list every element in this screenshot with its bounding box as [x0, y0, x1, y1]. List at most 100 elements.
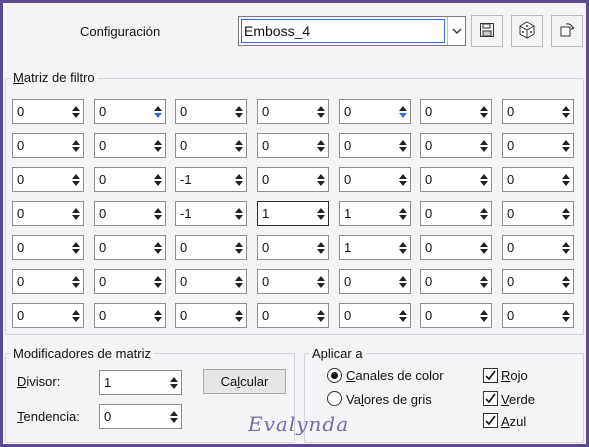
matrix-cell-r1-c6[interactable]: 0 [420, 99, 492, 124]
spinner-arrows-icon[interactable] [478, 168, 490, 191]
spinner-arrows-icon[interactable] [233, 304, 245, 327]
matrix-cell-r6-c5[interactable]: 0 [339, 269, 411, 294]
matrix-cell-value[interactable]: 0 [421, 304, 478, 327]
matrix-cell-value[interactable]: 0 [95, 202, 152, 225]
matrix-cell-value[interactable]: 0 [95, 134, 152, 157]
matrix-cell-value[interactable]: 0 [503, 304, 560, 327]
matrix-cell-value[interactable]: 0 [340, 304, 397, 327]
spinner-arrows-icon[interactable] [152, 270, 164, 293]
matrix-cell-r4-c7[interactable]: 0 [502, 201, 574, 226]
matrix-cell-r3-c5[interactable]: 0 [339, 167, 411, 192]
matrix-cell-value[interactable]: 0 [13, 168, 70, 191]
bias-field[interactable]: 0 [99, 404, 182, 429]
spinner-arrows-icon[interactable] [478, 202, 490, 225]
matrix-cell-value[interactable]: 0 [95, 100, 152, 123]
divisor-field[interactable]: 1 [99, 370, 182, 395]
matrix-cell-r4-c3[interactable]: -1 [175, 201, 247, 226]
spinner-arrows-icon[interactable] [560, 134, 572, 157]
matrix-cell-value[interactable]: 1 [258, 202, 315, 225]
matrix-cell-r5-c4[interactable]: 0 [257, 235, 329, 260]
spinner-arrows-icon[interactable] [70, 168, 82, 191]
matrix-cell-r3-c2[interactable]: 0 [94, 167, 166, 192]
matrix-cell-value[interactable]: 0 [340, 270, 397, 293]
spinner-arrows-icon[interactable] [478, 270, 490, 293]
matrix-cell-value[interactable]: 0 [95, 236, 152, 259]
matrix-cell-r7-c1[interactable]: 0 [12, 303, 84, 328]
spinner-arrows-icon[interactable] [152, 304, 164, 327]
matrix-cell-value[interactable]: 0 [421, 168, 478, 191]
spinner-arrows-icon[interactable] [70, 304, 82, 327]
matrix-cell-value[interactable]: 0 [258, 100, 315, 123]
gray-radio[interactable] [327, 391, 342, 406]
spinner-arrows-icon[interactable] [560, 100, 572, 123]
spinner-arrows-icon[interactable] [152, 168, 164, 191]
matrix-cell-value[interactable]: 1 [340, 236, 397, 259]
spinner-arrows-icon[interactable] [397, 202, 409, 225]
matrix-cell-value[interactable]: 0 [421, 236, 478, 259]
red-label[interactable]: Rojo [501, 368, 528, 383]
matrix-cell-r4-c1[interactable]: 0 [12, 201, 84, 226]
divisor-value[interactable]: 1 [100, 371, 168, 394]
matrix-cell-value[interactable]: 0 [176, 236, 233, 259]
green-checkbox[interactable] [483, 391, 498, 406]
matrix-cell-value[interactable]: 0 [258, 168, 315, 191]
matrix-cell-r3-c4[interactable]: 0 [257, 167, 329, 192]
spinner-arrows-icon[interactable] [478, 304, 490, 327]
spinner-arrows-icon[interactable] [70, 236, 82, 259]
matrix-cell-value[interactable]: 0 [421, 202, 478, 225]
red-checkbox[interactable] [483, 368, 498, 383]
matrix-cell-value[interactable]: 0 [421, 270, 478, 293]
matrix-cell-r5-c1[interactable]: 0 [12, 235, 84, 260]
matrix-cell-value[interactable]: 0 [95, 168, 152, 191]
spinner-arrows-icon[interactable] [152, 236, 164, 259]
matrix-cell-r7-c2[interactable]: 0 [94, 303, 166, 328]
matrix-cell-r1-c4[interactable]: 0 [257, 99, 329, 124]
matrix-cell-value[interactable]: 0 [503, 134, 560, 157]
matrix-cell-value[interactable]: 0 [258, 270, 315, 293]
matrix-cell-r4-c5[interactable]: 1 [339, 201, 411, 226]
preset-dropdown[interactable]: Emboss_4 [238, 16, 466, 46]
matrix-cell-r3-c7[interactable]: 0 [502, 167, 574, 192]
matrix-cell-r5-c2[interactable]: 0 [94, 235, 166, 260]
spinner-arrows-icon[interactable] [233, 236, 245, 259]
spinner-arrows-icon[interactable] [397, 134, 409, 157]
matrix-cell-value[interactable]: 0 [503, 100, 560, 123]
matrix-cell-r6-c1[interactable]: 0 [12, 269, 84, 294]
spinner-arrows-icon[interactable] [315, 236, 327, 259]
matrix-cell-r6-c3[interactable]: 0 [175, 269, 247, 294]
spinner-arrows-icon[interactable] [315, 134, 327, 157]
matrix-cell-r4-c4[interactable]: 1 [257, 201, 329, 226]
matrix-cell-value[interactable]: 0 [176, 270, 233, 293]
spinner-arrows-icon[interactable] [478, 134, 490, 157]
matrix-cell-value[interactable]: 0 [13, 270, 70, 293]
matrix-cell-r1-c2[interactable]: 0 [94, 99, 166, 124]
matrix-cell-value[interactable]: 0 [13, 202, 70, 225]
bias-value[interactable]: 0 [100, 405, 168, 428]
matrix-cell-r3-c3[interactable]: -1 [175, 167, 247, 192]
matrix-cell-r2-c6[interactable]: 0 [420, 133, 492, 158]
blue-checkbox[interactable] [483, 413, 498, 428]
spinner-arrows-icon[interactable] [152, 100, 164, 123]
spinner-arrows-icon[interactable] [233, 202, 245, 225]
preset-value[interactable]: Emboss_4 [241, 19, 445, 43]
spinner-arrows-icon[interactable] [478, 236, 490, 259]
spinner-arrows-icon[interactable] [233, 100, 245, 123]
matrix-cell-r7-c5[interactable]: 0 [339, 303, 411, 328]
randomize-button[interactable] [511, 15, 543, 47]
matrix-cell-r6-c2[interactable]: 0 [94, 269, 166, 294]
matrix-cell-value[interactable]: 0 [176, 304, 233, 327]
matrix-cell-value[interactable]: 0 [95, 270, 152, 293]
matrix-cell-value[interactable]: 1 [340, 202, 397, 225]
spinner-arrows-icon[interactable] [397, 236, 409, 259]
matrix-cell-r2-c3[interactable]: 0 [175, 133, 247, 158]
spinner-arrows-icon[interactable] [397, 304, 409, 327]
matrix-cell-value[interactable]: -1 [176, 168, 233, 191]
spinner-arrows-icon[interactable] [397, 100, 409, 123]
matrix-cell-value[interactable]: 0 [95, 304, 152, 327]
matrix-cell-r1-c3[interactable]: 0 [175, 99, 247, 124]
matrix-cell-r4-c6[interactable]: 0 [420, 201, 492, 226]
spinner-arrows-icon[interactable] [70, 134, 82, 157]
matrix-cell-r7-c7[interactable]: 0 [502, 303, 574, 328]
matrix-cell-r4-c2[interactable]: 0 [94, 201, 166, 226]
matrix-cell-value[interactable]: -1 [176, 202, 233, 225]
